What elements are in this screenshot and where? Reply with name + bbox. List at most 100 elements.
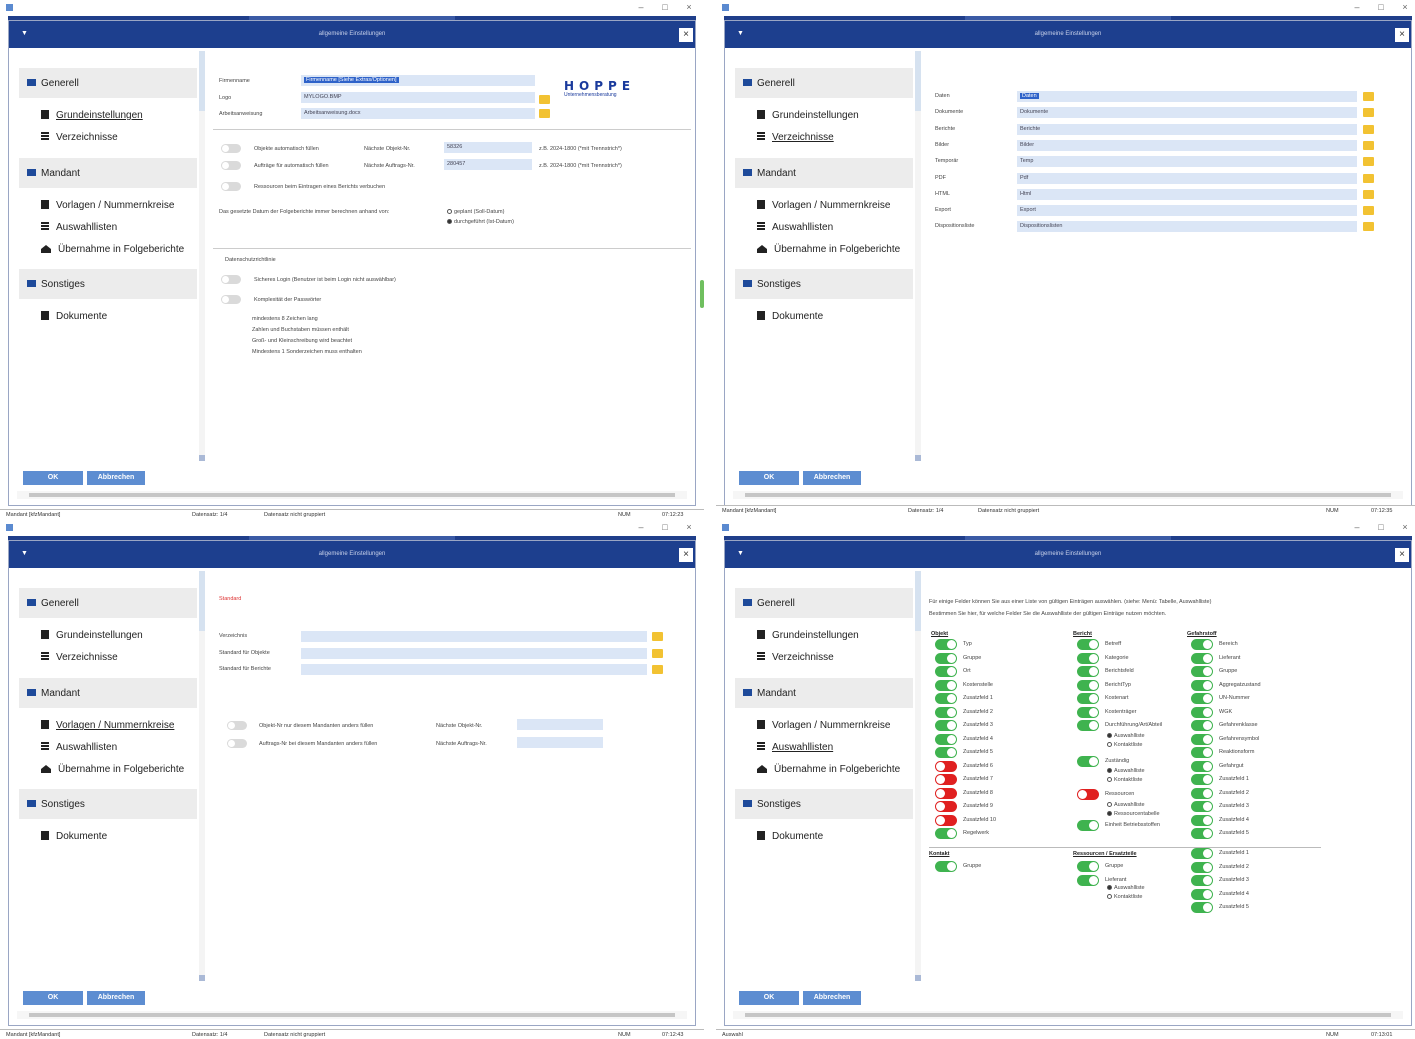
toggle-switch[interactable] [935,639,957,650]
toggle-switch[interactable] [1077,720,1099,731]
radio-option[interactable]: Auswahlliste [1107,885,1145,891]
dir-field[interactable]: Berichte [1017,123,1357,135]
ok-button[interactable]: OK [739,991,799,1005]
dir-field[interactable]: Dispositionslisten [1017,221,1357,233]
sidebar-scrollbar[interactable] [915,571,921,981]
sidebar-item-vorlagen[interactable]: Vorlagen / Nummernkreise [757,720,890,731]
toggle-switch[interactable] [935,828,957,839]
radio-option[interactable]: Auswahlliste [1107,733,1145,739]
toggle-switch[interactable] [1077,756,1099,767]
toggle-switch[interactable] [1077,639,1099,650]
radio-option[interactable]: Auswahlliste [1107,802,1145,808]
sidebar-scrollbar[interactable] [199,571,205,981]
toggle-switch[interactable] [1191,693,1213,704]
folder-icon[interactable] [539,109,550,118]
objekt-nr-field[interactable] [517,719,603,730]
cancel-button[interactable]: Abbrechen [87,991,145,1005]
sidebar-section-sonstiges[interactable]: Sonstiges [735,269,913,299]
ok-button[interactable]: OK [23,471,83,485]
dir-field[interactable]: Dokumente [1017,107,1357,119]
folder-icon[interactable] [539,95,550,104]
sidebar-item-grundeinstellungen[interactable]: Grundeinstellungen [41,110,143,121]
folder-icon[interactable] [1363,189,1374,199]
toggle-switch[interactable] [1191,733,1213,745]
toggle-switch[interactable] [1077,861,1099,872]
toggle-passwort-komplex[interactable] [221,295,241,304]
sidebar-item-uebernahme[interactable]: Übernahme in Folgeberichte [757,764,900,775]
auftrags-nr-field[interactable] [517,737,603,748]
toggle-switch[interactable] [1077,693,1099,704]
toggle-switch[interactable] [1191,888,1213,900]
toggle-switch[interactable] [1077,652,1099,664]
minimize-button[interactable]: – [634,2,648,12]
radio-geplant[interactable]: geplant (Soll-Datum) [447,209,504,215]
sidebar-item-uebernahme[interactable]: Übernahme in Folgeberichte [41,244,184,255]
sidebar-item-verzeichnisse[interactable]: Verzeichnisse [757,652,834,663]
toggle-switch[interactable] [1077,789,1099,800]
sidebar-section-sonstiges[interactable]: Sonstiges [19,269,197,299]
toggle-switch[interactable] [1191,666,1213,677]
sidebar-section-mandant[interactable]: Mandant [735,678,913,708]
sidebar-item-vorlagen[interactable]: Vorlagen / Nummernkreise [41,200,174,211]
radio-option[interactable]: Kontaktliste [1107,742,1142,748]
sidebar-section-sonstiges[interactable]: Sonstiges [735,789,913,819]
sidebar-item-uebernahme[interactable]: Übernahme in Folgeberichte [757,244,900,255]
toggle-switch[interactable] [1077,679,1099,691]
folder-icon[interactable] [652,665,663,674]
folder-icon[interactable] [652,648,663,658]
toggle-switch[interactable] [1191,848,1213,859]
dir-field[interactable]: Daten [1017,91,1357,102]
auftrags-nr-field[interactable]: 280457 [444,159,532,170]
dir-field[interactable]: Html [1017,188,1357,200]
toggle-switch[interactable] [1191,875,1213,886]
sidebar-item-auswahllisten[interactable]: Auswahllisten [757,742,833,753]
toggle-switch[interactable] [1077,706,1099,718]
maximize-button[interactable]: □ [658,522,672,532]
folder-icon[interactable] [1363,140,1374,150]
folder-icon[interactable] [1363,124,1374,134]
toggle-auftrags-nr[interactable] [227,739,247,748]
radio-option[interactable]: Ressourcentabelle [1107,811,1160,817]
toggle-switch[interactable] [1191,828,1213,839]
sidebar-item-grundeinstellungen[interactable]: Grundeinstellungen [41,630,143,641]
toggle-auftraege-fuellen[interactable] [221,161,241,170]
maximize-button[interactable]: □ [658,2,672,12]
toggle-switch[interactable] [935,733,957,745]
close-window-button[interactable]: × [682,522,696,532]
toggle-switch[interactable] [1191,747,1213,758]
dir-field[interactable]: Export [1017,205,1357,217]
sidebar-item-grundeinstellungen[interactable]: Grundeinstellungen [757,630,859,641]
toggle-switch[interactable] [935,679,957,691]
dialog-close-button[interactable]: × [679,28,693,42]
toggle-switch[interactable] [935,787,957,799]
sidebar-item-verzeichnisse[interactable]: Verzeichnisse [41,132,118,143]
minimize-button[interactable]: – [1350,2,1364,12]
sidebar-scrollbar[interactable] [915,51,921,461]
toggle-switch[interactable] [935,801,957,812]
toggle-switch[interactable] [935,720,957,731]
sidebar-item-dokumente[interactable]: Dokumente [757,831,823,842]
toggle-switch[interactable] [1191,652,1213,664]
toggle-sicheres-login[interactable] [221,275,241,284]
toggle-ressourcen[interactable] [221,182,241,191]
cancel-button[interactable]: Abbrechen [803,991,861,1005]
toggle-switch[interactable] [935,861,957,872]
close-window-button[interactable]: × [1398,2,1412,12]
toggle-switch[interactable] [1191,774,1213,785]
toggle-switch[interactable] [1077,820,1099,831]
minimize-button[interactable]: – [634,522,648,532]
dir-field[interactable]: Bilder [1017,139,1357,151]
sidebar-section-mandant[interactable]: Mandant [735,158,913,188]
toggle-switch[interactable] [1077,874,1099,886]
dir-field[interactable]: Pdf [1017,172,1357,184]
sidebar-item-uebernahme[interactable]: Übernahme in Folgeberichte [41,764,184,775]
sidebar-section-sonstiges[interactable]: Sonstiges [19,789,197,819]
radio-option[interactable]: Kontaktliste [1107,777,1142,783]
toggle-switch[interactable] [1191,801,1213,812]
sidebar-scrollbar[interactable] [199,51,205,461]
toggle-switch[interactable] [935,706,957,718]
horizontal-scrollbar[interactable] [17,1011,687,1019]
horizontal-scrollbar[interactable] [733,1011,1403,1019]
dialog-close-button[interactable]: × [1395,548,1409,562]
dir-field[interactable] [301,631,647,642]
